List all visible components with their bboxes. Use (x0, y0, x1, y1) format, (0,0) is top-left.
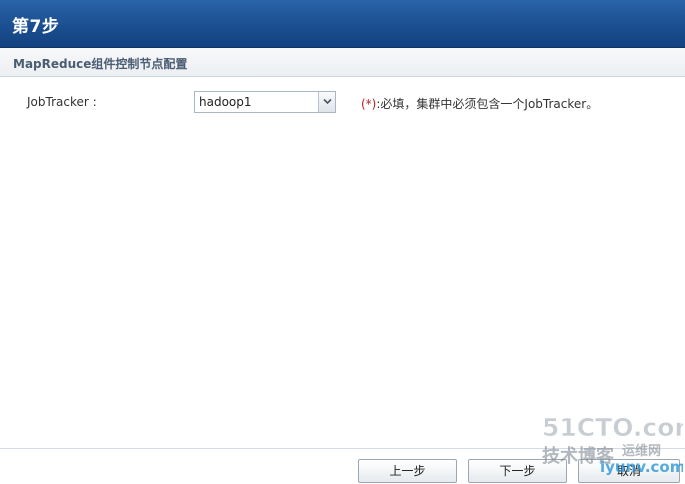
chevron-down-icon (323, 98, 332, 105)
jobtracker-selected-value: hadoop1 (199, 95, 252, 109)
next-step-button[interactable]: 下一步 (468, 459, 567, 483)
wizard-titlebar: 第7步 (0, 0, 685, 48)
wizard-step-title: 第7步 (12, 17, 60, 37)
jobtracker-label: JobTracker : (27, 95, 97, 109)
cancel-button[interactable]: 取消 (578, 459, 680, 483)
wizard-footer: 上一步 下一步 取消 (0, 448, 685, 484)
jobtracker-hint: (*):必填，集群中必须包含一个JobTracker。 (361, 95, 598, 112)
jobtracker-select[interactable]: hadoop1 (194, 91, 336, 113)
required-mark: (*) (361, 97, 377, 111)
previous-step-button[interactable]: 上一步 (358, 459, 457, 483)
section-header: MapReduce组件控制节点配置 (0, 48, 685, 77)
hint-text: :必填，集群中必须包含一个JobTracker。 (376, 97, 599, 111)
form-panel: JobTracker : hadoop1 (*):必填，集群中必须包含一个Job… (0, 78, 685, 448)
dropdown-toggle[interactable] (318, 92, 335, 112)
section-title: MapReduce组件控制节点配置 (13, 57, 188, 71)
